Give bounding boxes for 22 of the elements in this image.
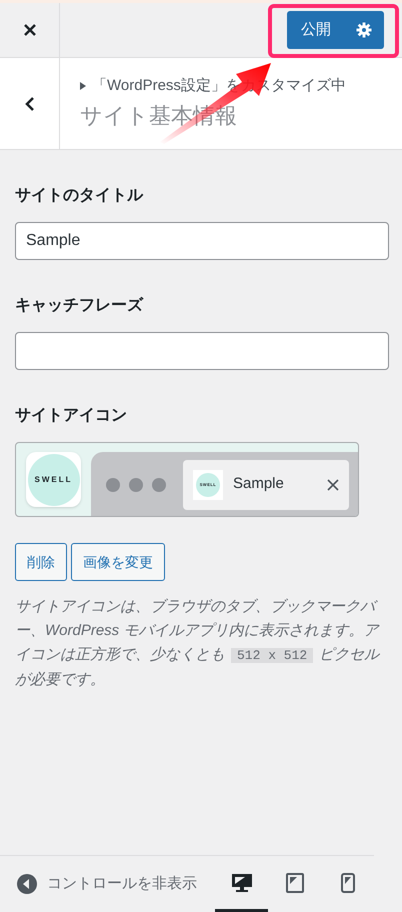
collapse-icon bbox=[17, 874, 37, 894]
close-icon bbox=[22, 23, 36, 37]
desktop-icon bbox=[230, 872, 252, 892]
tab-title: Sample bbox=[233, 474, 285, 494]
settings-icon bbox=[356, 22, 372, 38]
logo-text: SWELL bbox=[34, 474, 72, 486]
field-label: キャッチフレーズ bbox=[15, 296, 144, 316]
field-label: サイトのタイトル bbox=[15, 186, 144, 206]
field-label: サイトアイコン bbox=[15, 406, 128, 426]
help-text: サイトアイコンは、ブラウザのタブ、ブックマークバー、WordPress モバイルアプリ内に表示されます。アイコンは正方形で、少なくとも 512 x 512 ピクセルが必要です。 bbox=[15, 597, 381, 690]
text-field[interactable]: Sample bbox=[15, 222, 389, 260]
mobile-icon bbox=[340, 872, 354, 892]
close-icon bbox=[327, 478, 339, 490]
outline-button[interactable]: 削除 bbox=[15, 543, 67, 581]
back-icon bbox=[24, 96, 34, 112]
outline-button[interactable]: 画像を変更 bbox=[71, 543, 165, 581]
tablet-icon bbox=[286, 872, 304, 892]
hide-controls-button[interactable]: コントロールを非表示 bbox=[0, 856, 215, 912]
triangle-icon bbox=[80, 82, 86, 90]
text-field[interactable] bbox=[15, 332, 389, 370]
code-text: 512 x 512 bbox=[231, 648, 314, 663]
publish-button[interactable]: 公開 bbox=[287, 11, 384, 49]
